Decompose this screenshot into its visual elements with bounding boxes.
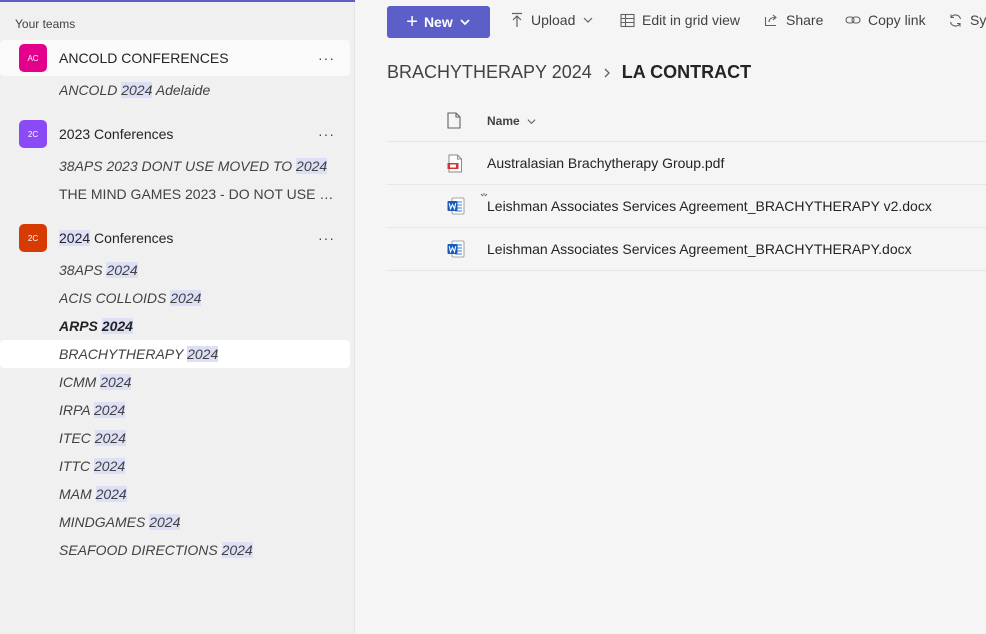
channel-ancold-2024-adelaide[interactable]: ANCOLD 2024 Adelaide bbox=[0, 76, 350, 104]
team-name: 2024 Conferences bbox=[59, 230, 174, 246]
copy-link-label: Copy link bbox=[868, 12, 926, 28]
chevron-down-icon bbox=[460, 19, 470, 26]
channel-label: MINDGAMES 2024 bbox=[59, 514, 181, 530]
channel-label: SEAFOOD DIRECTIONS 2024 bbox=[59, 542, 253, 558]
channel-arps-2024[interactable]: ARPS 2024 bbox=[0, 312, 350, 340]
file-list-header: Name bbox=[387, 104, 986, 142]
team-2024-conferences[interactable]: 2C 2024 Conferences ··· bbox=[0, 220, 350, 256]
team-avatar: 2C bbox=[19, 120, 47, 148]
file-row[interactable]: Australasian Brachytherapy Group.pdf bbox=[387, 142, 986, 185]
share-icon bbox=[764, 14, 777, 27]
chevron-right-icon bbox=[604, 68, 610, 77]
channel-38aps-2023[interactable]: 38APS 2023 DONT USE MOVED TO 2024 bbox=[0, 152, 350, 180]
link-icon bbox=[845, 16, 861, 24]
team-name: ANCOLD CONFERENCES bbox=[59, 50, 229, 66]
channel-mind-games-2023[interactable]: THE MIND GAMES 2023 - DO NOT USE - G... bbox=[0, 180, 350, 208]
channel-label: ITTC 2024 bbox=[59, 458, 126, 474]
channel-label: IRPA 2024 bbox=[59, 402, 126, 418]
channel-label: ARPS 2024 bbox=[59, 318, 133, 334]
upload-icon bbox=[512, 12, 522, 27]
more-options-icon[interactable]: ··· bbox=[318, 50, 335, 66]
plus-icon: + bbox=[406, 11, 418, 33]
file-name[interactable]: Leishman Associates Services Agreement_B… bbox=[487, 198, 932, 214]
channel-itec-2024[interactable]: ITEC 2024 bbox=[0, 424, 350, 452]
team-ancold-conferences[interactable]: AC ANCOLD CONFERENCES ··· bbox=[0, 40, 350, 76]
edit-grid-view-label: Edit in grid view bbox=[642, 12, 741, 28]
file-name[interactable]: Leishman Associates Services Agreement_B… bbox=[487, 241, 912, 257]
share-button[interactable]: Share bbox=[764, 12, 823, 28]
channel-label: 38APS 2024 bbox=[59, 262, 138, 278]
more-options-icon[interactable]: ··· bbox=[318, 230, 335, 246]
channel-label: ACIS COLLOIDS 2024 bbox=[59, 290, 202, 306]
channel-icmm-2024[interactable]: ICMM 2024 bbox=[0, 368, 350, 396]
team-name: 2023 Conferences bbox=[59, 126, 174, 142]
upload-button[interactable]: Upload bbox=[510, 12, 594, 28]
channel-label: MAM 2024 bbox=[59, 486, 127, 502]
channel-irpa-2024[interactable]: IRPA 2024 bbox=[0, 396, 350, 424]
breadcrumb: BRACHYTHERAPY 2024 LA CONTRACT bbox=[387, 62, 751, 83]
channel-acis-colloids-2024[interactable]: ACIS COLLOIDS 2024 bbox=[0, 284, 350, 312]
channel-seafood-directions-2024[interactable]: SEAFOOD DIRECTIONS 2024 bbox=[0, 536, 350, 564]
upload-label: Upload bbox=[531, 12, 576, 28]
teams-heading: Your teams bbox=[15, 17, 76, 31]
edit-grid-view-button[interactable]: Edit in grid view bbox=[620, 12, 740, 28]
name-column-label: Name bbox=[487, 114, 520, 128]
teams-sidebar: Your teams AC ANCOLD CONFERENCES ··· ANC… bbox=[0, 0, 355, 634]
channel-38aps-2024[interactable]: 38APS 2024 bbox=[0, 256, 350, 284]
channel-label: ANCOLD 2024 Adelaide bbox=[59, 82, 211, 98]
sync-label: Sy bbox=[970, 12, 986, 28]
file-type-icon[interactable] bbox=[447, 112, 461, 129]
channel-label: ICMM 2024 bbox=[59, 374, 132, 390]
file-name[interactable]: Australasian Brachytherapy Group.pdf bbox=[487, 155, 724, 171]
sidebar-accent-line bbox=[0, 0, 355, 2]
chevron-down-icon bbox=[527, 118, 536, 124]
name-column-header[interactable]: Name bbox=[487, 114, 537, 128]
files-pane: + New Upload Edit in grid view Share Cop… bbox=[355, 0, 986, 634]
more-options-icon[interactable]: ··· bbox=[318, 126, 335, 142]
channel-label: THE MIND GAMES 2023 - DO NOT USE - G... bbox=[59, 186, 337, 202]
channel-label: 38APS 2023 DONT USE MOVED TO 2024 bbox=[59, 158, 328, 174]
share-label: Share bbox=[786, 12, 824, 28]
grid-icon bbox=[620, 13, 635, 27]
channel-ittc-2024[interactable]: ITTC 2024 bbox=[0, 452, 350, 480]
team-avatar: 2C bbox=[19, 224, 47, 252]
new-label: New bbox=[423, 14, 453, 30]
copy-link-button[interactable]: Copy link bbox=[845, 12, 926, 28]
team-2023-conferences[interactable]: 2C 2023 Conferences ··· bbox=[0, 116, 350, 152]
file-row[interactable]: Leishman Associates Services Agreement_B… bbox=[387, 228, 986, 271]
pdf-icon bbox=[447, 154, 462, 173]
new-button[interactable]: + New bbox=[387, 6, 490, 38]
channel-mindgames-2024[interactable]: MINDGAMES 2024 bbox=[0, 508, 350, 536]
sync-icon bbox=[949, 13, 962, 27]
command-bar: + New Upload Edit in grid view Share Cop… bbox=[355, 0, 986, 44]
channel-mam-2024[interactable]: MAM 2024 bbox=[0, 480, 350, 508]
chevron-down-icon bbox=[583, 17, 593, 23]
channel-label: ITEC 2024 bbox=[59, 430, 126, 446]
file-row[interactable]: Leishman Associates Services Agreement_B… bbox=[387, 185, 986, 228]
word-icon bbox=[447, 197, 465, 215]
word-icon bbox=[447, 240, 465, 258]
channel-label: BRACHYTHERAPY 2024 bbox=[59, 346, 219, 362]
channel-brachytherapy-2024[interactable]: BRACHYTHERAPY 2024 bbox=[0, 340, 350, 368]
sync-button[interactable]: Sy bbox=[948, 12, 986, 28]
breadcrumb-parent[interactable]: BRACHYTHERAPY 2024 bbox=[387, 62, 592, 83]
team-avatar: AC bbox=[19, 44, 47, 72]
breadcrumb-current: LA CONTRACT bbox=[621, 62, 752, 82]
